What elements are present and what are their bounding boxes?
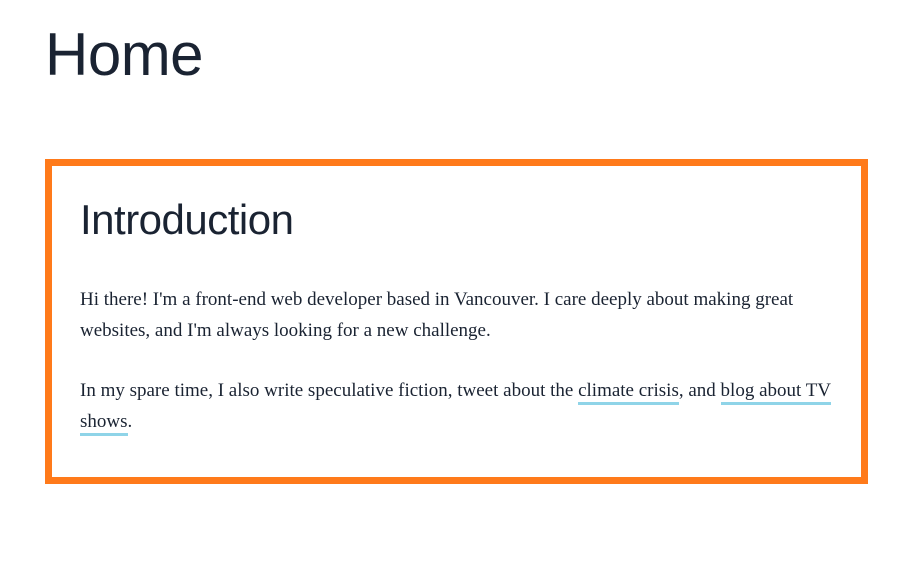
section-heading: Introduction: [80, 196, 833, 244]
paragraph-text: In my spare time, I also write speculati…: [80, 380, 578, 401]
paragraph-text: , and: [679, 380, 721, 401]
paragraph-text: .: [128, 411, 133, 432]
climate-crisis-link[interactable]: climate crisis: [578, 380, 679, 405]
intro-paragraph-1: Hi there! I'm a front-end web developer …: [80, 284, 833, 347]
intro-paragraph-2: In my spare time, I also write speculati…: [80, 375, 833, 438]
page-title: Home: [45, 20, 868, 89]
introduction-section: Introduction Hi there! I'm a front-end w…: [45, 159, 868, 484]
